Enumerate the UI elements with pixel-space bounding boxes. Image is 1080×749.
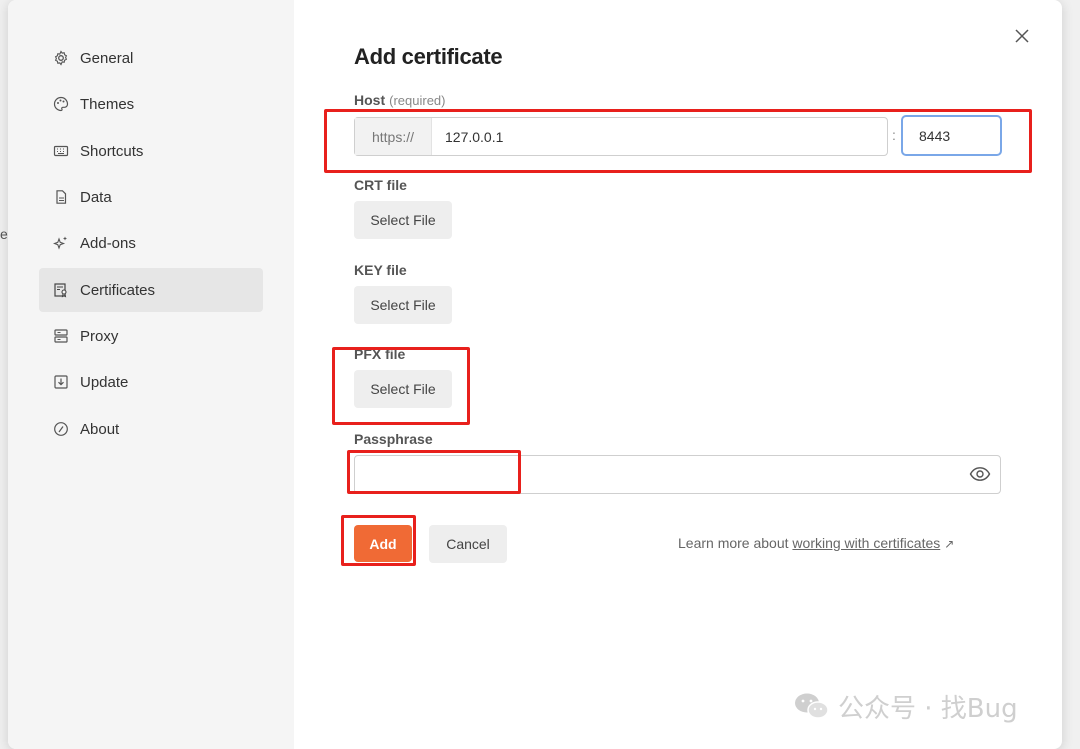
background-text: e bbox=[0, 226, 8, 242]
sparkles-icon bbox=[53, 235, 69, 251]
learn-more-text: Learn more about working with certificat… bbox=[678, 535, 954, 551]
sidebar-item-certificates[interactable]: Certificates bbox=[39, 268, 263, 312]
pfx-file-label: PFX file bbox=[354, 346, 406, 362]
sidebar-item-label: Shortcuts bbox=[80, 142, 144, 160]
sidebar-item-label: Add-ons bbox=[80, 234, 136, 252]
server-icon bbox=[53, 328, 69, 344]
sidebar-item-label: Proxy bbox=[80, 327, 119, 345]
sidebar-item-shortcuts[interactable]: Shortcuts bbox=[39, 129, 263, 173]
sidebar-item-data[interactable]: Data bbox=[39, 175, 263, 219]
crt-file-label: CRT file bbox=[354, 177, 407, 193]
sidebar-item-update[interactable]: Update bbox=[39, 360, 263, 404]
port-field bbox=[901, 115, 1002, 156]
dialog-title: Add certificate bbox=[354, 44, 503, 69]
info-icon bbox=[53, 421, 69, 437]
host-field: https:// bbox=[354, 117, 888, 156]
gear-icon bbox=[53, 50, 69, 66]
host-label: Host (required) bbox=[354, 92, 445, 108]
download-icon bbox=[53, 374, 69, 390]
keyboard-icon bbox=[53, 143, 69, 159]
sidebar-item-about[interactable]: About bbox=[39, 407, 263, 451]
certificate-icon bbox=[53, 282, 69, 298]
settings-dialog: General Themes Shortcuts Data Add-ons Ce… bbox=[8, 0, 1062, 749]
palette-icon bbox=[53, 96, 69, 112]
add-button[interactable]: Add bbox=[354, 525, 412, 562]
crt-select-file-button[interactable]: Select File bbox=[354, 201, 452, 239]
eye-icon[interactable] bbox=[969, 465, 991, 483]
cancel-button[interactable]: Cancel bbox=[429, 525, 507, 563]
pfx-select-file-button[interactable]: Select File bbox=[354, 370, 452, 408]
sidebar-item-themes[interactable]: Themes bbox=[39, 82, 263, 126]
sidebar-item-add-ons[interactable]: Add-ons bbox=[39, 221, 263, 265]
database-icon bbox=[53, 189, 69, 205]
sidebar-item-label: General bbox=[80, 49, 134, 67]
sidebar-item-label: Update bbox=[80, 373, 129, 391]
certificates-docs-link[interactable]: working with certificates bbox=[792, 535, 940, 551]
watermark: 公众号 · 找Bug bbox=[792, 688, 1018, 724]
sidebar-item-label: Certificates bbox=[80, 281, 156, 299]
wechat-icon bbox=[792, 691, 832, 721]
close-icon[interactable] bbox=[1013, 27, 1031, 45]
passphrase-label: Passphrase bbox=[354, 431, 433, 447]
host-label-text: Host bbox=[354, 92, 386, 108]
settings-sidebar: General Themes Shortcuts Data Add-ons Ce… bbox=[8, 0, 294, 749]
required-hint: (required) bbox=[389, 93, 446, 108]
watermark-text: 公众号 · 找Bug bbox=[838, 693, 1018, 724]
sidebar-item-label: Data bbox=[80, 188, 112, 206]
sidebar-item-proxy[interactable]: Proxy bbox=[39, 314, 263, 358]
host-input[interactable] bbox=[443, 127, 877, 146]
port-separator: : bbox=[892, 127, 896, 143]
protocol-prefix: https:// bbox=[355, 118, 432, 155]
key-file-label: KEY file bbox=[354, 262, 407, 278]
key-select-file-button[interactable]: Select File bbox=[354, 286, 452, 324]
passphrase-field[interactable] bbox=[354, 455, 1001, 494]
external-link-icon: ↗ bbox=[944, 537, 955, 551]
sidebar-item-label: About bbox=[80, 420, 120, 438]
sidebar-item-general[interactable]: General bbox=[39, 36, 263, 80]
port-input[interactable] bbox=[917, 126, 991, 145]
learn-more-prefix: Learn more about bbox=[678, 535, 789, 551]
sidebar-item-label: Themes bbox=[80, 95, 135, 113]
